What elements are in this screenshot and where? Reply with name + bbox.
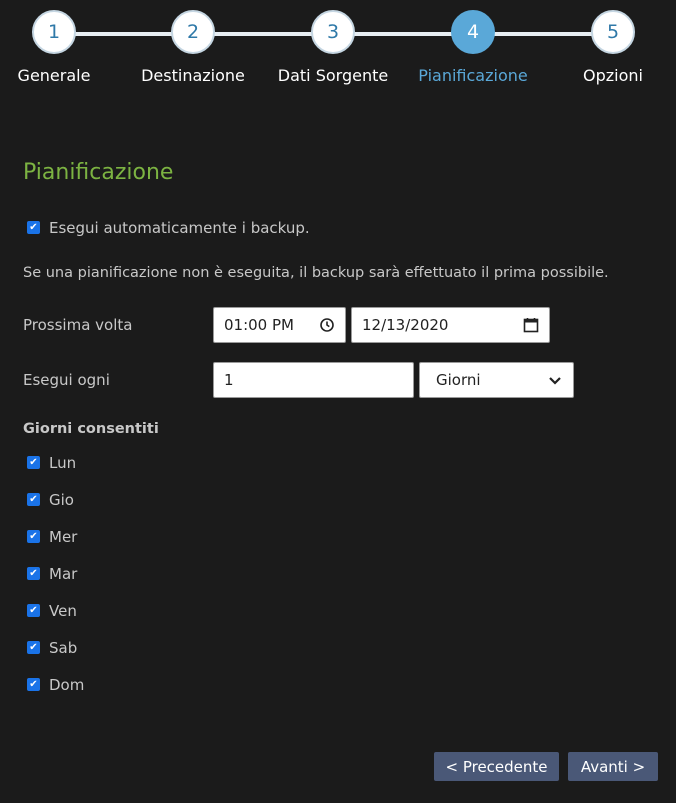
- check-icon: ✔: [29, 456, 38, 468]
- step-1-number: 1: [47, 21, 61, 43]
- check-icon: ✔: [29, 567, 38, 579]
- day-label-ven: Ven: [49, 602, 77, 620]
- day-label-mer: Mer: [49, 528, 78, 546]
- day-checkbox-dom[interactable]: ✔: [27, 678, 40, 691]
- step-1-circle[interactable]: 1: [32, 10, 76, 54]
- day-checkbox-mar[interactable]: ✔: [27, 567, 40, 580]
- step-3-circle[interactable]: 3: [311, 10, 355, 54]
- repeat-label: Esegui ogni: [23, 371, 110, 389]
- info-text: Se una pianificazione non è eseguita, il…: [23, 265, 609, 281]
- day-checkbox-sab[interactable]: ✔: [27, 641, 40, 654]
- step-4-label[interactable]: Pianificazione: [393, 66, 553, 85]
- check-icon: ✔: [29, 493, 38, 505]
- date-value: 12/13/2020: [362, 316, 449, 334]
- day-checkbox-gio[interactable]: ✔: [27, 493, 40, 506]
- check-icon: ✔: [29, 641, 38, 653]
- check-icon: ✔: [29, 678, 38, 690]
- check-icon: ✔: [29, 604, 38, 616]
- next-run-label: Prossima volta: [23, 316, 133, 334]
- auto-backup-label: Esegui automaticamente i backup.: [49, 219, 310, 237]
- clock-icon[interactable]: [319, 317, 335, 333]
- day-label-dom: Dom: [49, 676, 85, 694]
- previous-button[interactable]: < Precedente: [434, 752, 559, 781]
- section-title: Pianificazione: [23, 160, 174, 185]
- time-value: 01:00 PM: [224, 316, 294, 334]
- day-label-gio: Gio: [49, 491, 74, 509]
- chevron-down-icon: [547, 372, 563, 388]
- calendar-icon[interactable]: [523, 317, 539, 333]
- step-2-label[interactable]: Destinazione: [113, 66, 273, 85]
- day-label-sab: Sab: [49, 639, 78, 657]
- step-2-circle[interactable]: 2: [171, 10, 215, 54]
- wizard-stepper: 1 2 3 4 5 Generale Destinazione Dati Sor…: [0, 0, 676, 100]
- day-label-lun: Lun: [49, 454, 77, 472]
- step-5-circle[interactable]: 5: [591, 10, 635, 54]
- day-label-mar: Mar: [49, 565, 78, 583]
- next-button[interactable]: Avanti >: [568, 752, 658, 781]
- day-checkbox-lun[interactable]: ✔: [27, 456, 40, 469]
- repeat-interval-value: 1: [224, 371, 234, 389]
- step-4-number: 4: [466, 21, 480, 43]
- allowed-days-title: Giorni consentiti: [23, 421, 159, 437]
- step-3-label[interactable]: Dati Sorgente: [253, 66, 413, 85]
- date-input[interactable]: 12/13/2020: [351, 307, 550, 343]
- repeat-unit-value: Giorni: [436, 371, 481, 389]
- step-2-number: 2: [186, 21, 200, 43]
- step-5-label[interactable]: Opzioni: [533, 66, 676, 85]
- step-4-circle[interactable]: 4: [451, 10, 495, 54]
- repeat-unit-select[interactable]: Giorni: [419, 362, 574, 398]
- check-icon: ✔: [29, 530, 38, 542]
- step-3-number: 3: [326, 21, 340, 43]
- day-checkbox-mer[interactable]: ✔: [27, 530, 40, 543]
- repeat-interval-input[interactable]: 1: [213, 362, 414, 398]
- day-checkbox-ven[interactable]: ✔: [27, 604, 40, 617]
- auto-backup-checkbox[interactable]: ✔: [27, 221, 40, 234]
- step-5-number: 5: [606, 21, 620, 43]
- time-input[interactable]: 01:00 PM: [213, 307, 346, 343]
- check-icon: ✔: [29, 221, 38, 233]
